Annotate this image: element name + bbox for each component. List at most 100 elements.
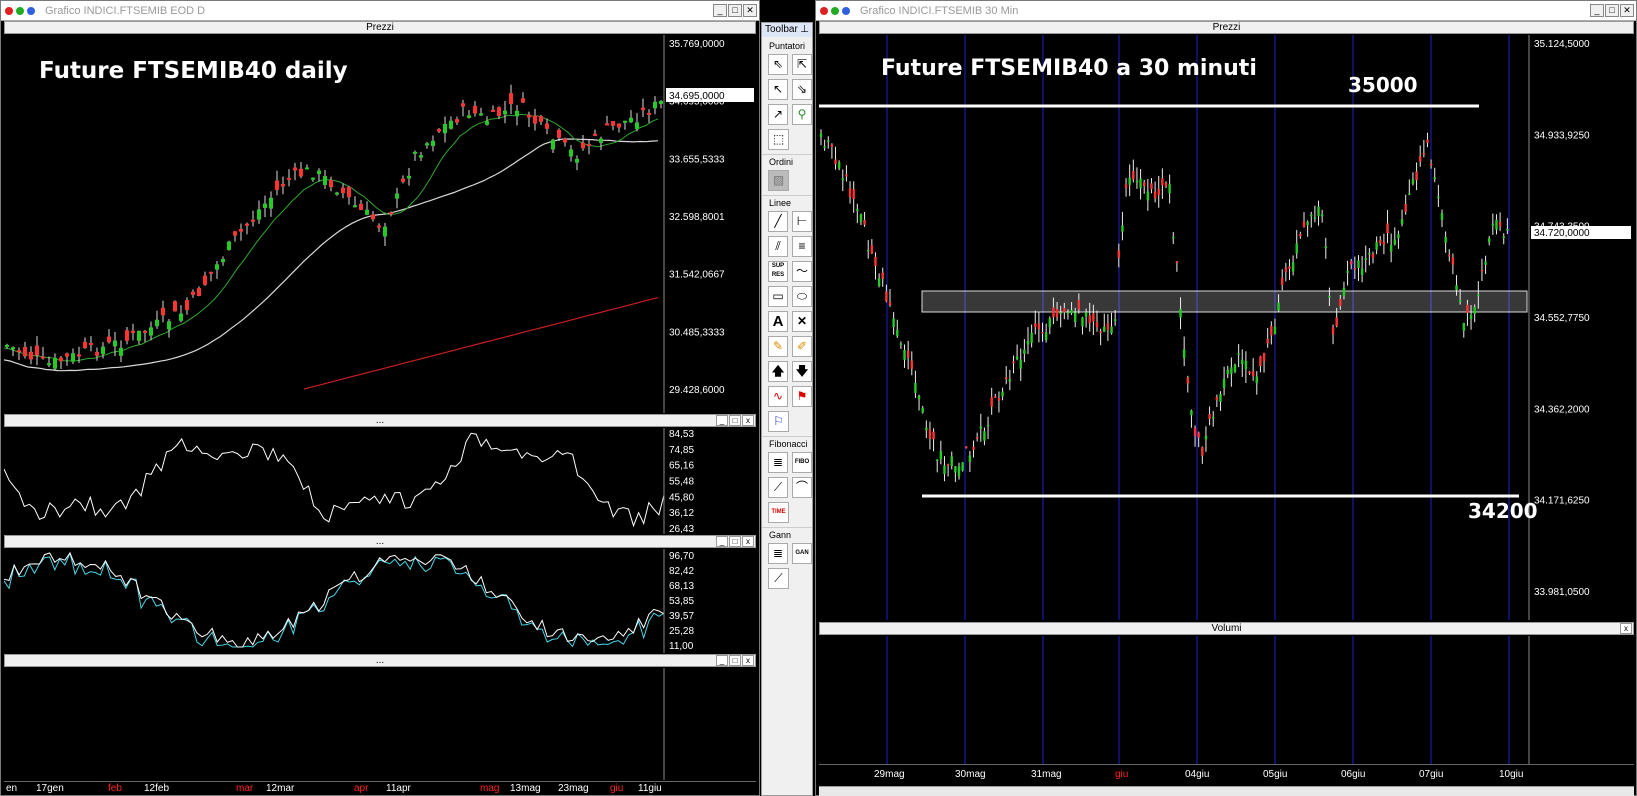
osc3-pane-label: ...	[375, 655, 385, 666]
pane-maximize-icon[interactable]: □	[729, 415, 741, 426]
volume-pane[interactable]	[819, 636, 1634, 764]
candle-body	[413, 151, 417, 154]
horizontal-channel-icon[interactable]: ≡	[792, 236, 812, 257]
polyline-icon[interactable]: 〜	[792, 261, 812, 282]
candle-body	[131, 330, 135, 334]
fibo-label-icon[interactable]: FIBO	[792, 452, 812, 473]
empty-pane[interactable]	[4, 668, 756, 780]
candle-body	[1070, 309, 1073, 314]
pencil-alt-icon[interactable]: ✐	[792, 336, 812, 357]
pane-minimize-icon[interactable]: _	[716, 415, 728, 426]
candle-body	[961, 462, 964, 471]
candle-body	[1284, 267, 1288, 273]
gann-label-icon[interactable]: GAN	[792, 543, 812, 564]
trendline-icon[interactable]: ╱	[768, 211, 788, 232]
horizontal-line-icon[interactable]: ⊢	[792, 211, 812, 232]
maximize-icon[interactable]: □	[1605, 4, 1619, 17]
candle-body	[1295, 243, 1298, 254]
osc2-tick-label: 68,13	[669, 581, 694, 592]
pointer-select-icon[interactable]: ⇱	[792, 54, 812, 75]
status-dot-green-icon	[16, 7, 24, 15]
gann-grid-icon[interactable]: ≣	[768, 543, 788, 564]
ellipse-icon[interactable]: ⬭	[792, 286, 812, 307]
minimize-icon[interactable]: _	[1590, 4, 1604, 17]
right-window-title: Grafico INDICI.FTSEMIB 30 Min	[860, 5, 1019, 17]
pointer-drag-icon[interactable]: ↗	[768, 104, 788, 125]
selection-box-icon[interactable]: ⬚	[768, 129, 789, 150]
zoom-icon[interactable]: ⚲	[792, 104, 812, 125]
close-icon[interactable]: ✕	[743, 4, 757, 17]
candle-body	[939, 451, 943, 460]
pointer-cross-icon[interactable]: ⇘	[792, 79, 812, 100]
gann-fan-icon[interactable]: ⟋	[768, 568, 789, 589]
arrow-up-icon[interactable]: 🡅	[768, 361, 788, 382]
x-axis-label: 13mag	[510, 783, 541, 794]
pointer-icon[interactable]: ⇖	[768, 54, 788, 75]
candle-body	[1190, 410, 1193, 416]
fibo-arc-icon[interactable]: ⌒	[792, 477, 812, 498]
pencil-icon[interactable]: ✎	[768, 336, 788, 357]
pane-close-icon[interactable]: x	[742, 415, 754, 426]
candle-body	[1186, 377, 1189, 384]
candle-body	[1037, 323, 1041, 330]
candle-body	[653, 101, 657, 109]
x-axis-label: 17gen	[36, 783, 64, 794]
pane-close-icon[interactable]: x	[742, 536, 754, 547]
osc2-tick-label: 82,42	[669, 566, 694, 577]
candle-body	[473, 105, 477, 114]
fibo-fan-icon[interactable]: ⟋	[768, 477, 788, 498]
osc1-pane[interactable]: 84,53 74,85 65,16 55,48 45,80 36,12 26,43	[4, 428, 756, 534]
candle-body	[347, 186, 351, 198]
candle-body	[521, 98, 525, 103]
candle-body	[95, 351, 99, 356]
fibo-time-icon[interactable]: TIME	[768, 502, 789, 523]
candle-body	[903, 350, 906, 360]
price-tick-label: 33.655,5333	[669, 154, 725, 165]
candle-body	[275, 180, 279, 190]
arrow-down-icon[interactable]: 🡇	[792, 361, 812, 382]
candle-body	[395, 193, 399, 199]
pin-icon[interactable]: ⊥	[800, 23, 809, 37]
fibo-retracement-icon[interactable]: ≣	[768, 452, 788, 473]
candle-body	[479, 113, 483, 116]
x-axis-label: 31mag	[1031, 769, 1062, 780]
candle-body	[11, 347, 15, 350]
right-window-titlebar[interactable]: Grafico INDICI.FTSEMIB 30 Min _ □ ✕	[816, 1, 1636, 21]
candle-body	[950, 456, 953, 467]
banner-icon[interactable]: ⚐	[768, 411, 789, 432]
left-price-pane-header: Prezzi	[4, 21, 756, 34]
left-price-pane[interactable]: 35.769,0000 34.695,0000 33.655,5333 32.598,…	[4, 35, 756, 413]
cross-lines-icon[interactable]: ✕	[792, 311, 812, 332]
order-icon[interactable]: ▨	[768, 170, 789, 191]
maximize-icon[interactable]: □	[728, 4, 742, 17]
pane-close-icon[interactable]: x	[742, 655, 754, 666]
pane-minimize-icon[interactable]: _	[716, 536, 728, 547]
text-icon[interactable]: A	[768, 311, 788, 332]
price-tick-label: 34.171,6250	[1534, 496, 1590, 507]
support-resistance-icon[interactable]: SUP RES	[768, 261, 788, 282]
channel-icon[interactable]: ⫽	[768, 236, 788, 257]
ma-long-line	[303, 297, 659, 390]
rectangle-icon[interactable]: ▭	[768, 286, 788, 307]
flag-icon[interactable]: ⚑	[792, 386, 812, 407]
candle-body	[221, 259, 225, 263]
pointer-alt-icon[interactable]: ↖	[768, 79, 788, 100]
pane-maximize-icon[interactable]: □	[729, 655, 741, 666]
candle-body	[867, 249, 870, 252]
osc2-pane[interactable]: 96,70 82,42 68,13 53,85 39,57 25,28 11,00	[4, 549, 756, 653]
price-tick-label: 31.542,0667	[669, 270, 725, 281]
pane-maximize-icon[interactable]: □	[729, 536, 741, 547]
candle-body	[1161, 178, 1164, 186]
candle-body	[317, 170, 321, 175]
close-icon[interactable]: ✕	[1620, 4, 1634, 17]
wave-icon[interactable]: ∿	[768, 386, 788, 407]
left-window-titlebar[interactable]: Grafico INDICI.FTSEMIB EOD D _ □ ✕	[1, 1, 759, 21]
right-price-pane[interactable]: 35.124,500034.933,925034.743,350034.552,…	[819, 35, 1634, 620]
candle-body	[233, 231, 237, 236]
pane-minimize-icon[interactable]: _	[716, 655, 728, 666]
candle-body	[881, 272, 884, 279]
candle-body	[143, 330, 147, 333]
candle-body	[599, 138, 603, 143]
minimize-icon[interactable]: _	[713, 4, 727, 17]
pane-close-icon[interactable]: x	[1620, 623, 1632, 634]
